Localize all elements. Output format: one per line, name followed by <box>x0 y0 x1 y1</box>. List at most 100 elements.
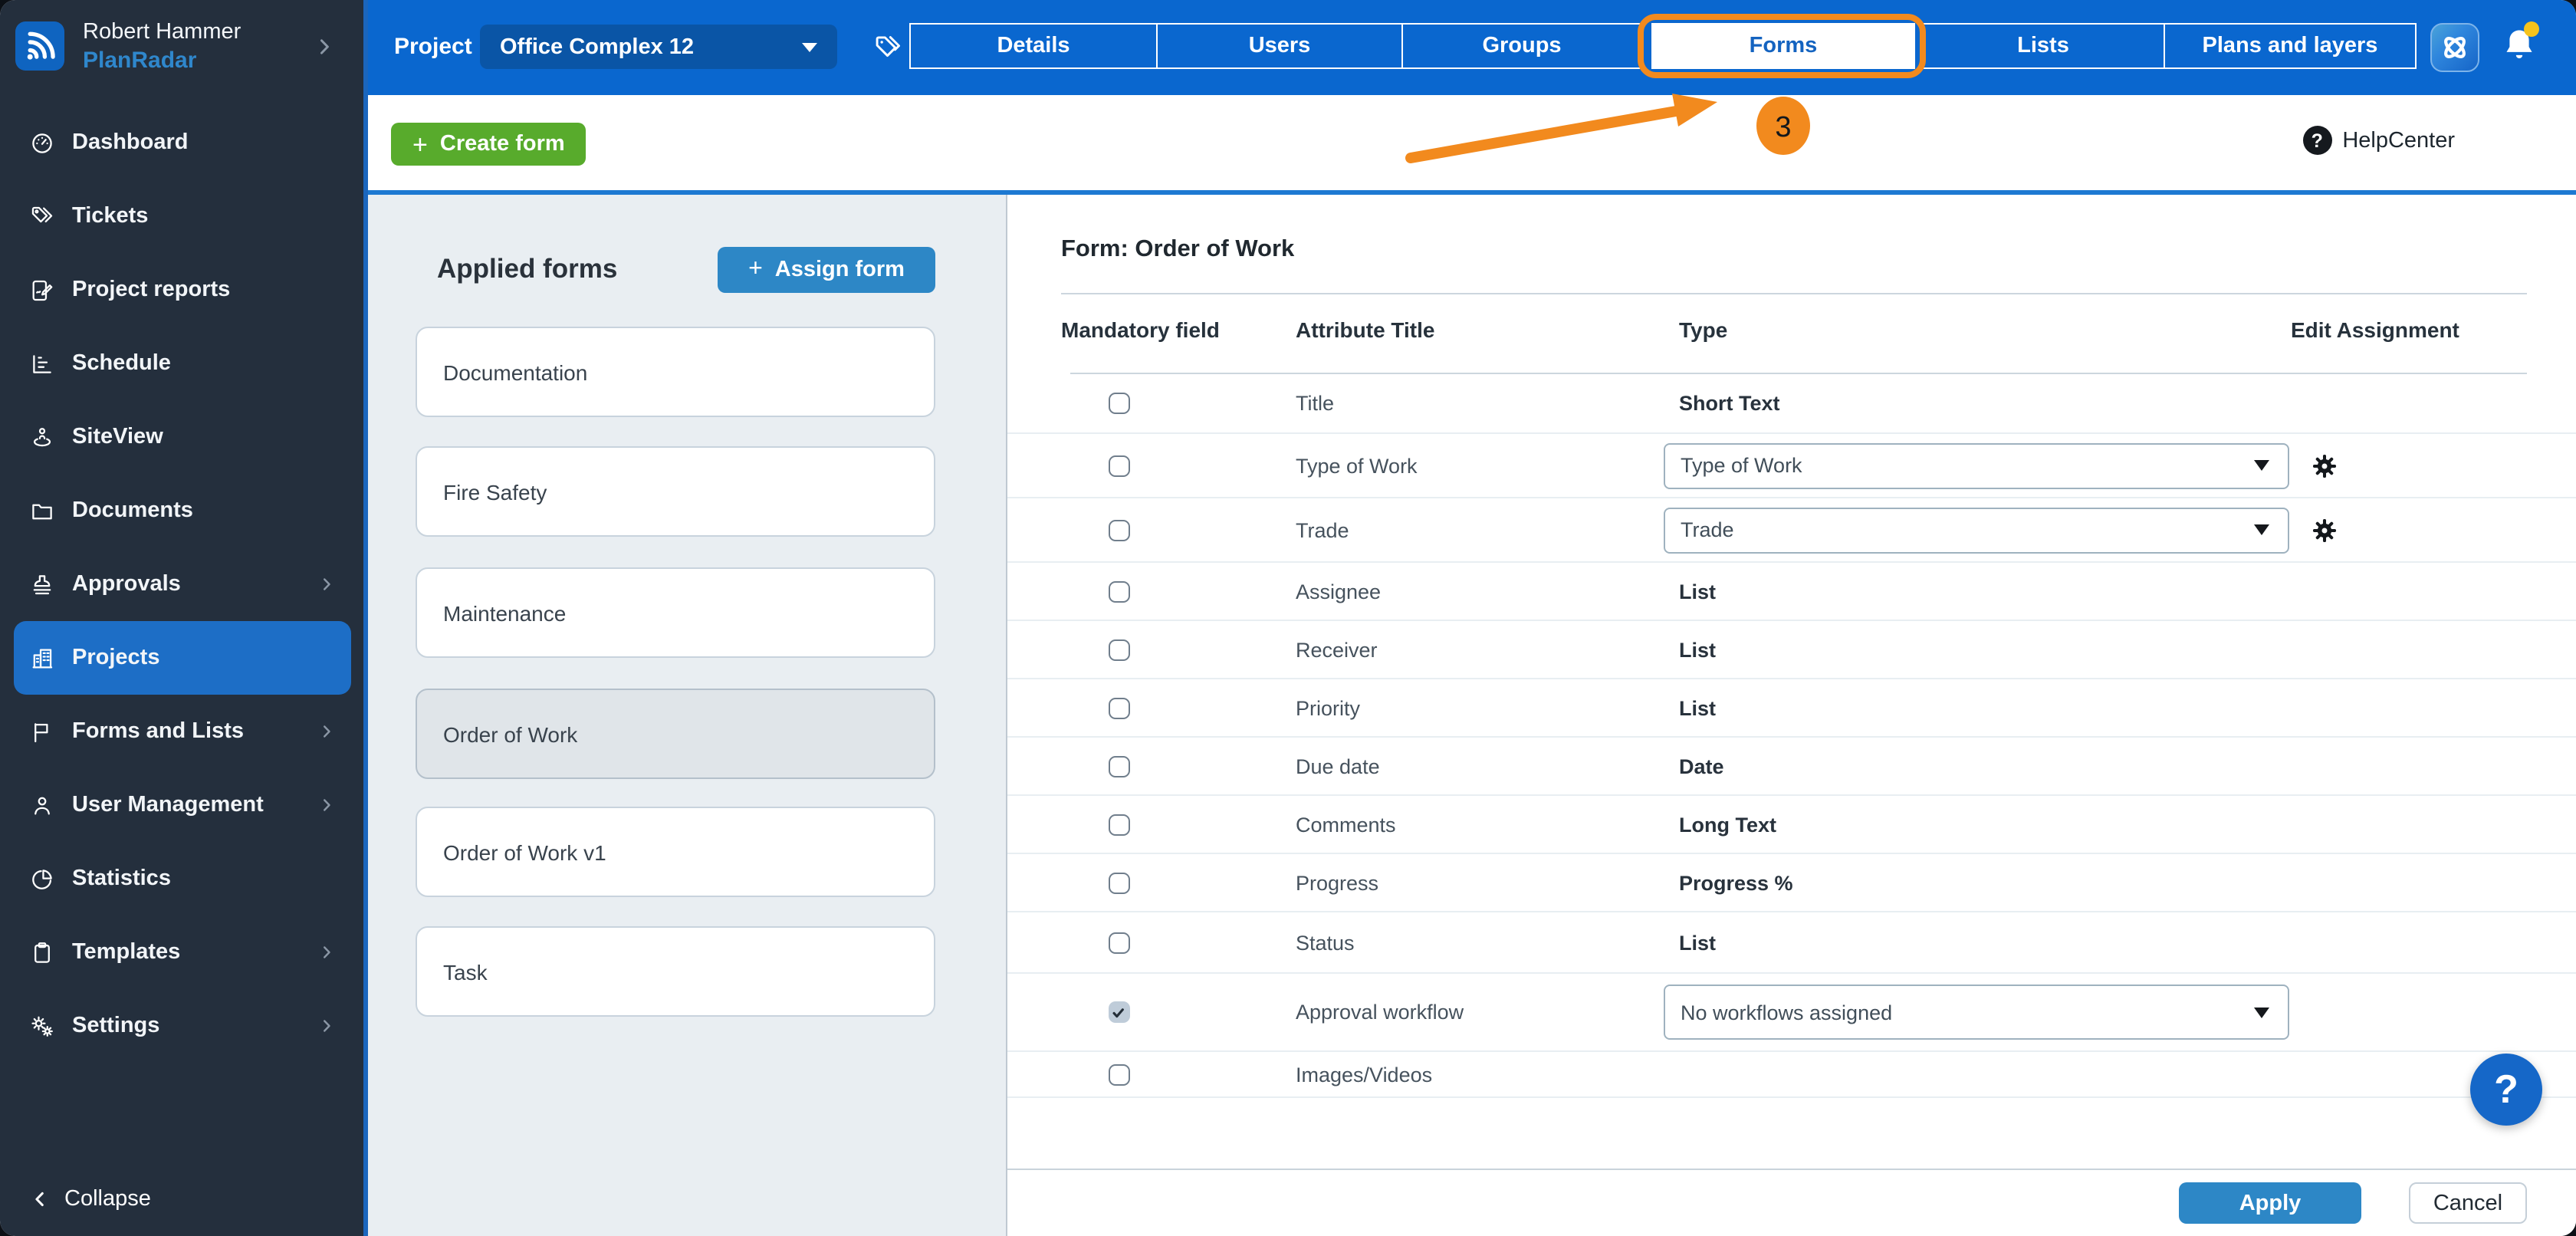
tab-groups[interactable]: Groups <box>1401 25 1641 67</box>
floating-help-button[interactable]: ? <box>2470 1054 2542 1126</box>
project-selector[interactable]: Office Complex 12 <box>480 25 837 69</box>
applied-forms-title: Applied forms <box>437 253 617 285</box>
table-row: Comments Long Text <box>1007 796 2576 854</box>
mandatory-checkbox[interactable] <box>1109 755 1129 777</box>
sidebar-item-user-management[interactable]: User Management <box>14 768 351 842</box>
col-edit-assignment: Edit Assignment <box>2291 317 2459 342</box>
sidebar-item-documents[interactable]: Documents <box>14 474 351 547</box>
user-account-button[interactable]: Robert Hammer PlanRadar <box>0 0 363 95</box>
collapse-sidebar-button[interactable]: Collapse <box>29 1181 151 1218</box>
mandatory-checkbox[interactable] <box>1109 697 1129 718</box>
edit-assignment-gear-icon[interactable] <box>2308 513 2341 547</box>
tags-icon <box>29 203 55 229</box>
table-row: Assignee List <box>1007 563 2576 621</box>
chevron-right-icon <box>317 722 336 741</box>
sidebar-item-forms-and-lists[interactable]: Forms and Lists <box>14 695 351 768</box>
clipboard-icon <box>29 939 55 965</box>
col-attribute-title: Attribute Title <box>1296 317 1435 342</box>
tab-forms[interactable]: Forms <box>1651 23 1915 69</box>
project-tabs-group-1: Details Users Groups <box>909 23 1642 69</box>
workflow-dropdown[interactable]: No workflows assigned <box>1664 985 2289 1040</box>
apply-button[interactable]: Apply <box>2179 1182 2361 1224</box>
planradar-connect-button[interactable] <box>2430 23 2479 72</box>
table-row: Progress Progress % <box>1007 854 2576 912</box>
sidebar-item-settings[interactable]: Settings <box>14 989 351 1063</box>
pie-chart-icon <box>29 866 55 892</box>
mandatory-checkbox-checked[interactable] <box>1109 1001 1129 1023</box>
mandatory-checkbox[interactable] <box>1109 814 1129 835</box>
divider <box>1061 293 2527 294</box>
caret-down-icon <box>802 42 817 51</box>
form-card-order-of-work[interactable]: Order of Work <box>416 689 935 779</box>
table-header: Mandatory field Attribute Title Type Edi… <box>1007 317 2576 351</box>
table-row: Priority List <box>1007 679 2576 738</box>
type-dropdown[interactable]: Type of Work <box>1664 442 2289 488</box>
plus-icon: + <box>748 258 763 282</box>
applied-forms-panel: Applied forms + Assign form Documentatio… <box>368 195 1007 1236</box>
mandatory-checkbox[interactable] <box>1109 455 1129 476</box>
form-card-order-of-work-v1[interactable]: Order of Work v1 <box>416 807 935 897</box>
table-row: Approval workflow No workflows assigned <box>1007 974 2576 1052</box>
sidebar-item-siteview[interactable]: SiteView <box>14 400 351 474</box>
gantt-chart-icon <box>29 350 55 376</box>
cancel-button[interactable]: Cancel <box>2409 1182 2527 1224</box>
sidebar-item-schedule[interactable]: Schedule <box>14 327 351 400</box>
tag-icon[interactable] <box>872 32 903 63</box>
caret-down-icon <box>2254 524 2269 535</box>
tab-users[interactable]: Users <box>1156 25 1401 67</box>
edit-assignment-gear-icon[interactable] <box>2308 449 2341 482</box>
table-row: Status List <box>1007 912 2576 974</box>
assign-form-button[interactable]: + Assign form <box>718 247 935 293</box>
mandatory-checkbox[interactable] <box>1109 932 1129 953</box>
col-mandatory-field: Mandatory field <box>1061 317 1220 342</box>
col-type: Type <box>1679 317 1727 342</box>
help-center-button[interactable]: ? HelpCenter <box>2302 95 2455 186</box>
sidebar-item-templates[interactable]: Templates <box>14 915 351 989</box>
caret-down-icon <box>2254 460 2269 471</box>
sidebar-item-projects[interactable]: Projects <box>14 621 351 695</box>
tab-lists[interactable]: Lists <box>1923 25 2164 67</box>
type-dropdown[interactable]: Trade <box>1664 507 2289 553</box>
table-row: Type of Work Type of Work <box>1007 434 2576 498</box>
mandatory-checkbox[interactable] <box>1109 519 1129 541</box>
person-icon <box>29 792 55 818</box>
mandatory-checkbox[interactable] <box>1109 872 1129 893</box>
form-detail-panel: Form: Order of Work Mandatory field Attr… <box>1007 195 2576 1236</box>
table-row: Trade Trade <box>1007 498 2576 563</box>
question-mark-icon: ? <box>2302 126 2331 155</box>
planradar-logo-icon <box>15 21 64 71</box>
mandatory-checkbox[interactable] <box>1109 393 1129 414</box>
company-name: PlanRadar <box>83 48 196 74</box>
tab-plans-and-layers[interactable]: Plans and layers <box>2164 25 2415 67</box>
buildings-icon <box>29 645 55 671</box>
chevron-right-icon <box>317 575 336 593</box>
mandatory-checkbox[interactable] <box>1109 1063 1129 1085</box>
user-name: Robert Hammer <box>83 20 241 44</box>
mandatory-checkbox[interactable] <box>1109 580 1129 602</box>
table-row: Due date Date <box>1007 738 2576 796</box>
sidebar-item-project-reports[interactable]: Project reports <box>14 253 351 327</box>
caret-down-icon <box>2254 1007 2269 1017</box>
person-location-icon <box>29 424 55 450</box>
mandatory-checkbox[interactable] <box>1109 639 1129 660</box>
project-tabs-group-2: Lists Plans and layers <box>1921 23 2417 69</box>
notifications-button[interactable] <box>2498 25 2541 67</box>
chevron-right-icon <box>317 1017 336 1035</box>
sidebar-item-dashboard[interactable]: Dashboard <box>14 106 351 179</box>
form-card-maintenance[interactable]: Maintenance <box>416 567 935 658</box>
project-label: Project <box>394 34 472 60</box>
sidebar: Robert Hammer PlanRadar Dashboard Ticket… <box>0 0 368 1236</box>
sidebar-item-tickets[interactable]: Tickets <box>14 179 351 253</box>
chevron-right-icon <box>313 32 336 61</box>
notification-dot <box>2524 21 2539 37</box>
plus-icon: + <box>412 131 428 157</box>
chevron-right-icon <box>317 796 336 814</box>
form-card-task[interactable]: Task <box>416 926 935 1017</box>
gears-icon <box>29 1013 55 1039</box>
form-card-documentation[interactable]: Documentation <box>416 327 935 417</box>
create-form-button[interactable]: + Create form <box>391 123 586 166</box>
sidebar-item-statistics[interactable]: Statistics <box>14 842 351 915</box>
sidebar-item-approvals[interactable]: Approvals <box>14 547 351 621</box>
tab-details[interactable]: Details <box>911 25 1156 67</box>
form-card-fire-safety[interactable]: Fire Safety <box>416 446 935 537</box>
